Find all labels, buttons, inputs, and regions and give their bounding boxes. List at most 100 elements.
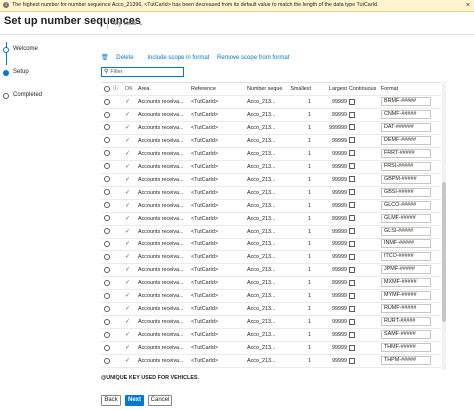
number-sequence-cell[interactable]: Acco_213... xyxy=(247,109,283,121)
column-format[interactable]: Format xyxy=(381,83,431,95)
number-sequence-cell[interactable]: Acco_213... xyxy=(247,187,283,199)
close-icon[interactable]: × xyxy=(466,0,470,11)
row-select-radio[interactable] xyxy=(104,174,112,186)
continuous-checkbox[interactable] xyxy=(349,161,379,173)
number-sequence-cell[interactable]: Acco_213... xyxy=(247,277,283,289)
format-field[interactable]: DAT-###### xyxy=(381,122,431,132)
format-field[interactable]: GBSI-##### xyxy=(381,187,431,197)
number-sequence-cell[interactable]: Acco_213... xyxy=(247,264,283,276)
table-row[interactable]: ✓ Accounts receiva... <TutCarId> Acco_213..… xyxy=(101,238,441,252)
row-select-radio[interactable] xyxy=(104,251,112,263)
format-field[interactable]: RURT-##### xyxy=(381,317,431,327)
number-sequence-cell[interactable]: Acco_213... xyxy=(247,290,283,302)
column-reference[interactable]: Reference xyxy=(191,83,246,95)
format-field[interactable]: THMF-##### xyxy=(381,343,431,353)
format-field[interactable]: RUMF-##### xyxy=(381,304,431,314)
format-field[interactable]: GLSI-##### xyxy=(381,226,431,236)
column-largest[interactable]: Largest xyxy=(315,83,347,95)
cancel-button[interactable]: Cancel xyxy=(148,395,172,406)
number-sequence-cell[interactable]: Acco_213... xyxy=(247,213,283,225)
grid-scrollbar[interactable] xyxy=(442,82,446,370)
format-field[interactable]: GLCO-##### xyxy=(381,200,431,210)
table-row[interactable]: ✓ Accounts receiva... <TutCarId> Acco_213..… xyxy=(101,96,441,109)
continuous-checkbox[interactable] xyxy=(349,342,379,354)
table-row[interactable]: ✓ Accounts receiva... <TutCarId> Acco_213..… xyxy=(101,174,441,187)
number-sequence-cell[interactable]: Acco_213... xyxy=(247,148,283,160)
continuous-checkbox[interactable] xyxy=(349,109,379,121)
row-select-radio[interactable] xyxy=(104,148,112,160)
column-smallest[interactable]: Smallest xyxy=(285,83,311,95)
row-select-radio[interactable] xyxy=(104,277,112,289)
row-select-radio[interactable] xyxy=(104,122,112,134)
table-row[interactable]: ✓ Accounts receiva... <TutCarId> Acco_213..… xyxy=(101,148,441,161)
format-field[interactable]: GBPM-##### xyxy=(381,174,431,184)
table-row[interactable]: ✓ Accounts receiva... <TutCarId> Acco_213..… xyxy=(101,329,441,343)
my-view-dropdown[interactable]: My view ⌄ xyxy=(113,19,144,27)
table-row[interactable]: ✓ Accounts receiva... <TutCarId> Acco_213..… xyxy=(101,161,441,174)
number-sequence-cell[interactable]: Acco_213... xyxy=(247,251,283,263)
table-row[interactable]: ✓ Accounts receiva... <TutCarId> Acco_213..… xyxy=(101,316,441,330)
number-sequence-cell[interactable]: Acco_213... xyxy=(247,238,283,250)
format-field[interactable]: INMF-##### xyxy=(381,239,431,249)
continuous-checkbox[interactable] xyxy=(349,238,379,250)
continuous-checkbox[interactable] xyxy=(349,213,379,225)
continuous-checkbox[interactable] xyxy=(349,355,379,367)
back-button[interactable]: Back xyxy=(101,395,121,406)
number-sequence-cell[interactable]: Acco_213... xyxy=(247,355,283,367)
continuous-checkbox[interactable] xyxy=(349,329,379,341)
table-row[interactable]: ✓ Accounts receiva... <TutCarId> Acco_213..… xyxy=(101,303,441,317)
format-field[interactable]: THPM-##### xyxy=(381,356,431,365)
format-field[interactable]: SAMF-##### xyxy=(381,330,431,340)
number-sequence-cell[interactable]: Acco_213... xyxy=(247,329,283,341)
row-select-radio[interactable] xyxy=(104,200,112,212)
number-sequence-cell[interactable]: Acco_213... xyxy=(247,303,283,315)
format-field[interactable]: CNMF-##### xyxy=(381,109,431,119)
column-number-sequence[interactable]: Number seque... xyxy=(247,83,283,95)
table-row[interactable]: ✓ Accounts receiva... <TutCarId> Acco_213..… xyxy=(101,251,441,265)
number-sequence-cell[interactable]: Acco_213... xyxy=(247,226,283,238)
column-area[interactable]: Area xyxy=(138,83,188,95)
table-row[interactable]: ✓ Accounts receiva... <TutCarId> Acco_213..… xyxy=(101,200,441,213)
continuous-checkbox[interactable] xyxy=(349,277,379,289)
table-row[interactable]: ✓ Accounts receiva... <TutCarId> Acco_213..… xyxy=(101,187,441,200)
number-sequence-cell[interactable]: Acco_213... xyxy=(247,174,283,186)
table-row[interactable]: ✓ Accounts receiva... <TutCarId> Acco_213..… xyxy=(101,342,441,356)
continuous-checkbox[interactable] xyxy=(349,303,379,315)
table-row[interactable]: ✓ Accounts receiva... <TutCarId> Acco_213..… xyxy=(101,213,441,226)
continuous-checkbox[interactable] xyxy=(349,251,379,263)
continuous-checkbox[interactable] xyxy=(349,200,379,212)
row-select-radio[interactable] xyxy=(104,187,112,199)
number-sequence-cell[interactable]: Acco_213... xyxy=(247,316,283,328)
row-select-radio[interactable] xyxy=(104,161,112,173)
number-sequence-cell[interactable]: Acco_213... xyxy=(247,161,283,173)
format-field[interactable]: GLMF-##### xyxy=(381,213,431,223)
row-select-radio[interactable] xyxy=(104,213,112,225)
row-select-radio[interactable] xyxy=(104,303,112,315)
next-button[interactable]: Next xyxy=(125,395,144,406)
table-row[interactable]: ✓ Accounts receiva... <TutCarId> Acco_213..… xyxy=(101,290,441,304)
row-select-radio[interactable] xyxy=(104,135,112,147)
row-select-radio[interactable] xyxy=(104,342,112,354)
format-field[interactable]: MYMF-##### xyxy=(381,291,431,301)
format-field[interactable]: FRSI-##### xyxy=(381,161,431,171)
format-field[interactable]: DEMF-##### xyxy=(381,135,431,145)
continuous-checkbox[interactable] xyxy=(349,96,379,108)
row-select-radio[interactable] xyxy=(104,264,112,276)
format-field[interactable]: MXMF-##### xyxy=(381,278,431,288)
format-field[interactable]: ITCO-##### xyxy=(381,252,431,262)
number-sequence-cell[interactable]: Acco_213... xyxy=(247,96,283,108)
continuous-checkbox[interactable] xyxy=(349,135,379,147)
table-row[interactable]: ✓ Accounts receiva... <TutCarId> Acco_213..… xyxy=(101,135,441,148)
table-row[interactable]: ✓ Accounts receiva... <TutCarId> Acco_213..… xyxy=(101,264,441,278)
table-row[interactable]: ✓ Accounts receiva... <TutCarId> Acco_213..… xyxy=(101,109,441,122)
continuous-checkbox[interactable] xyxy=(349,290,379,302)
column-continuous[interactable]: Continuous xyxy=(349,83,379,95)
include-scope-button[interactable]: Include scope in format xyxy=(147,55,209,61)
number-sequence-cell[interactable]: Acco_213... xyxy=(247,135,283,147)
continuous-checkbox[interactable] xyxy=(349,174,379,186)
select-all-radio[interactable] xyxy=(104,83,112,95)
delete-button[interactable]: 🗑 Delete xyxy=(101,55,140,61)
filter-input[interactable]: ⚲ Filter xyxy=(101,67,184,77)
row-select-radio[interactable] xyxy=(104,238,112,250)
scroll-thumb[interactable] xyxy=(442,182,446,322)
